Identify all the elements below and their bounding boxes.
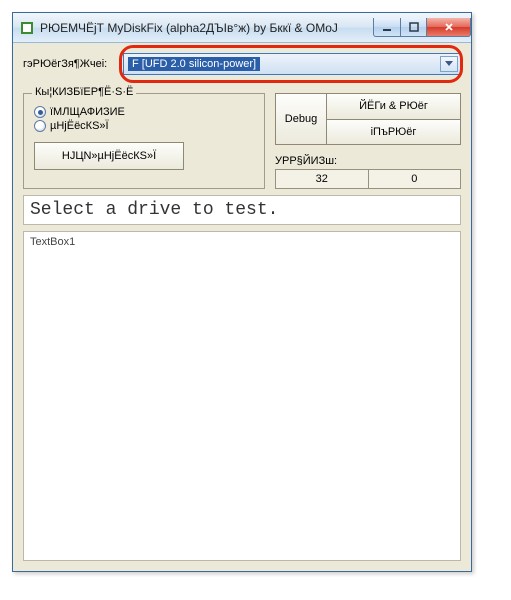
drive-dropdown[interactable]: F [UFD 2.0 silicon-power]: [123, 53, 461, 75]
window-controls: [373, 18, 471, 37]
fix-button-label: НЈЦN»µНјЁёcКS»Ї: [62, 150, 156, 162]
full-repair-button[interactable]: іПъРЮёг: [327, 120, 461, 146]
client-area: гэРЮёгЗя¶Жчеі: F [UFD 2.0 silicon-power]…: [13, 43, 471, 571]
mode-groupbox: Кы¦КИЗБїЕР¶Ё·S·Ё їМЛЩАФИЗИЕ µНјЁёcКS»Ї Н…: [23, 93, 265, 189]
full-repair-label: іПъРЮёг: [371, 126, 417, 138]
stats-row: 32 0: [275, 169, 461, 189]
fix-button[interactable]: НЈЦN»µНјЁёcКS»Ї: [34, 142, 184, 170]
drive-row: гэРЮёгЗя¶Жчеі: F [UFD 2.0 silicon-power]: [23, 53, 461, 75]
radio-icon: [34, 106, 46, 118]
application-window: РЮЕМЧЁјТ MyDiskFix (alpha2ДЪІв°ж) by Бкк…: [12, 12, 472, 572]
action-buttons: Debug ЙЁГи & РЮёг іПъРЮёг: [275, 93, 461, 145]
radio-label: їМЛЩАФИЗИЕ: [50, 106, 125, 118]
mode-legend: Кы¦КИЗБїЕР¶Ё·S·Ё: [32, 86, 136, 98]
stat-bad: 0: [369, 169, 462, 189]
stat-valid: 32: [275, 169, 369, 189]
debug-button[interactable]: Debug: [275, 93, 327, 145]
app-icon: [19, 20, 35, 36]
radio-label: µНјЁёcКS»Ї: [50, 120, 109, 132]
radio-option-low[interactable]: µНјЁёcКS»Ї: [34, 120, 254, 132]
radio-icon: [34, 120, 46, 132]
drive-selected-value: F [UFD 2.0 silicon-power]: [128, 57, 260, 71]
maximize-button[interactable]: [401, 18, 427, 37]
titlebar: РЮЕМЧЁјТ MyDiskFix (alpha2ДЪІв°ж) by Бкк…: [13, 13, 471, 43]
scan-repair-label: ЙЁГи & РЮёг: [359, 100, 428, 112]
output-textbox[interactable]: TextBox1: [23, 231, 461, 561]
radio-option-full[interactable]: їМЛЩАФИЗИЕ: [34, 106, 254, 118]
stats-label: УРР§ЙИЗш:: [275, 155, 461, 167]
scan-buttons: ЙЁГи & РЮёг іПъРЮёг: [327, 93, 461, 145]
minimize-button[interactable]: [373, 18, 401, 37]
actions-column: Debug ЙЁГи & РЮёг іПъРЮёг УРР§ЙИЗш: 32 0: [275, 93, 461, 189]
window-title: РЮЕМЧЁјТ MyDiskFix (alpha2ДЪІв°ж) by Бкк…: [40, 21, 373, 35]
close-button[interactable]: [427, 18, 471, 37]
chevron-down-icon[interactable]: [440, 56, 458, 72]
options-row: Кы¦КИЗБїЕР¶Ё·S·Ё їМЛЩАФИЗИЕ µНјЁёcКS»Ї Н…: [23, 93, 461, 189]
drive-label: гэРЮёгЗя¶Жчеі:: [23, 58, 119, 70]
status-bar: Select a drive to test.: [23, 195, 461, 225]
scan-repair-button[interactable]: ЙЁГи & РЮёг: [327, 93, 461, 120]
debug-label: Debug: [285, 113, 317, 125]
